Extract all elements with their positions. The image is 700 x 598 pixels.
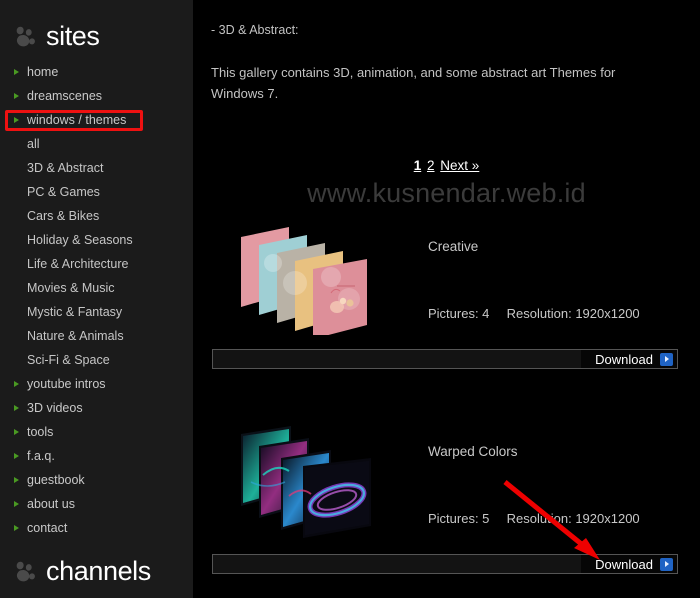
- green-triangle-icon: [14, 381, 19, 387]
- green-triangle-icon: [14, 93, 19, 99]
- sidebar-item-guestbook[interactable]: guestbook: [0, 468, 193, 492]
- sidebar-item-label: contact: [27, 520, 68, 535]
- blue-arrow-icon: [660, 557, 673, 571]
- gallery-description: This gallery contains 3D, animation, and…: [211, 65, 616, 101]
- sidebar-item-label: all: [27, 136, 40, 151]
- site-brand: sites: [0, 12, 193, 60]
- sidebar-item-tools[interactable]: tools: [0, 420, 193, 444]
- sidebar-item-label: Holiday & Seasons: [27, 232, 133, 247]
- sidebar-item-3d-abstract[interactable]: 3D & Abstract: [0, 156, 193, 180]
- sidebar-item-label: tools: [27, 424, 54, 439]
- resolution-value: Resolution: 1920x1200: [506, 511, 640, 526]
- sidebar-item-label: Nature & Animals: [27, 328, 124, 343]
- neon-swirl-theme-stack-thumbnail[interactable]: [233, 420, 383, 540]
- sidebar-item-holiday-seasons[interactable]: Holiday & Seasons: [0, 228, 193, 252]
- sidebar-item-label: guestbook: [27, 472, 85, 487]
- page-title: - 3D & Abstract:: [211, 23, 299, 37]
- sidebar: sites home dreamscenes windows / themes all…: [0, 0, 193, 598]
- paw-logo-icon: [16, 26, 35, 47]
- sidebar-item-label: Cars & Bikes: [27, 208, 100, 223]
- sidebar-item-f-a-q[interactable]: f.a.q.: [0, 444, 193, 468]
- sidebar-item-pc-games[interactable]: PC & Games: [0, 180, 193, 204]
- pagination-page-1[interactable]: 1: [414, 158, 422, 173]
- pagination: 1 2 Next »: [193, 158, 700, 173]
- sidebar-item-label: about us: [27, 496, 75, 511]
- green-triangle-icon: [14, 453, 19, 459]
- channels-brand: channels: [0, 556, 193, 586]
- download-bar: Download: [212, 349, 678, 369]
- main-content: - 3D & Abstract: This gallery contains 3…: [193, 0, 700, 598]
- green-triangle-icon: [14, 501, 19, 507]
- sidebar-item-label: windows / themes: [27, 112, 127, 127]
- sidebar-item-about-us[interactable]: about us: [0, 492, 193, 516]
- site-brand-label: sites: [46, 20, 100, 51]
- download-bar: Download: [212, 554, 678, 574]
- sidebar-item-movies-music[interactable]: Movies & Music: [0, 276, 193, 300]
- download-button-label: Download: [595, 556, 653, 572]
- gallery-item-meta: Pictures: 5 Resolution: 1920x1200: [428, 511, 640, 526]
- channels-label: channels: [46, 555, 151, 586]
- download-button[interactable]: Download: [581, 555, 677, 573]
- green-triangle-icon: [14, 69, 19, 75]
- green-triangle-icon: [14, 429, 19, 435]
- watermark: www.kusnendar.web.id: [307, 178, 586, 208]
- green-triangle-icon: [14, 405, 19, 411]
- sidebar-item-nature-animals[interactable]: Nature & Animals: [0, 324, 193, 348]
- sidebar-item-cars-bikes[interactable]: Cars & Bikes: [0, 204, 193, 228]
- sidebar-item-label: Mystic & Fantasy: [27, 304, 123, 319]
- sidebar-item-all[interactable]: all: [0, 132, 193, 156]
- sidebar-item-mystic-fantasy[interactable]: Mystic & Fantasy: [0, 300, 193, 324]
- pictures-count: Pictures: 5: [428, 511, 490, 526]
- sidebar-item-windows-themes[interactable]: windows / themes: [0, 108, 193, 132]
- sidebar-item-label: f.a.q.: [27, 448, 55, 463]
- sidebar-item-sci-fi-space[interactable]: Sci-Fi & Space: [0, 348, 193, 372]
- sidebar-item-label: 3D & Abstract: [27, 160, 104, 175]
- green-triangle-icon: [14, 477, 19, 483]
- sidebar-item-label: dreamscenes: [27, 88, 103, 103]
- sidebar-item-label: PC & Games: [27, 184, 100, 199]
- sidebar-item-home[interactable]: home: [0, 60, 193, 84]
- sidebar-item-contact[interactable]: contact: [0, 516, 193, 540]
- sidebar-item-label: 3D videos: [27, 400, 83, 415]
- sidebar-item-label: Sci-Fi & Space: [27, 352, 110, 367]
- paw-logo-icon: [16, 561, 35, 582]
- download-button[interactable]: Download: [581, 350, 677, 368]
- sidebar-item-youtube-intros[interactable]: youtube intros: [0, 372, 193, 396]
- green-triangle-icon: [14, 117, 19, 123]
- blue-arrow-icon: [660, 352, 673, 366]
- green-triangle-icon: [14, 525, 19, 531]
- sidebar-nav: home dreamscenes windows / themes all 3D & A…: [0, 60, 193, 540]
- sidebar-item-label: Movies & Music: [27, 280, 115, 295]
- gallery-item-title: Creative: [428, 239, 479, 254]
- sidebar-item-life-architecture[interactable]: Life & Architecture: [0, 252, 193, 276]
- gallery-item-title: Warped Colors: [428, 444, 518, 459]
- pagination-page-2[interactable]: 2: [427, 158, 435, 173]
- page-root: sites home dreamscenes windows / themes all…: [0, 0, 700, 598]
- pictures-count: Pictures: 4: [428, 306, 490, 321]
- resolution-value: Resolution: 1920x1200: [506, 306, 640, 321]
- sidebar-item-3d-videos[interactable]: 3D videos: [0, 396, 193, 420]
- sidebar-item-label: Life & Architecture: [27, 256, 129, 271]
- sidebar-item-label: home: [27, 64, 59, 79]
- download-button-label: Download: [595, 351, 653, 367]
- pagination-next-link[interactable]: Next »: [440, 158, 479, 173]
- gallery-item-meta: Pictures: 4 Resolution: 1920x1200: [428, 306, 640, 321]
- sidebar-item-dreamscenes[interactable]: dreamscenes: [0, 84, 193, 108]
- sidebar-item-label: youtube intros: [27, 376, 106, 391]
- pastel-theme-stack-thumbnail[interactable]: [233, 215, 383, 335]
